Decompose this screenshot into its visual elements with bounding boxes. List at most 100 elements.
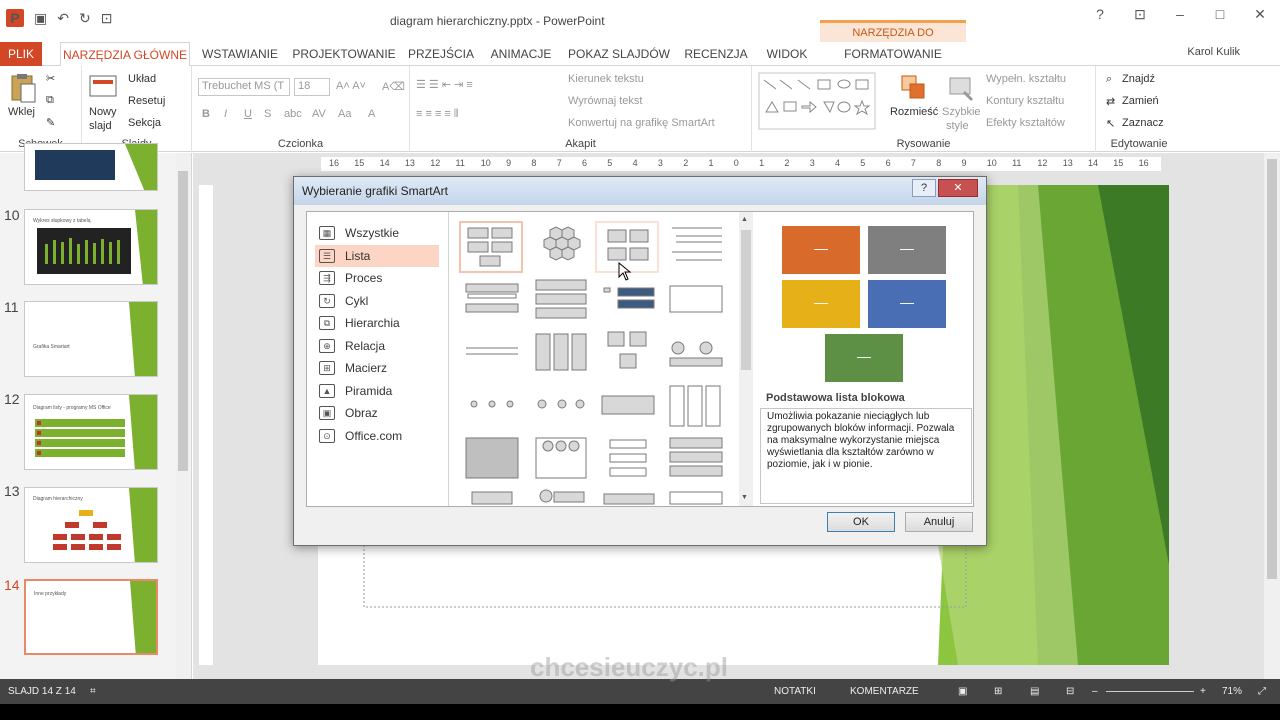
arrange-icon[interactable] [898, 72, 928, 104]
align-text-button[interactable]: Wyrównaj tekst [568, 95, 642, 107]
gallery-scrollbar[interactable]: ▲ ▼ [739, 212, 753, 506]
customize-qat-icon[interactable]: ⊡ [101, 10, 113, 27]
replace-button[interactable]: Zamień [1122, 95, 1159, 107]
editor-scroll-thumb[interactable] [1267, 159, 1277, 579]
notes-button[interactable]: NOTATKI [774, 686, 816, 697]
slide-thumb-11[interactable]: Grafika Smartart [24, 301, 158, 377]
maximize-icon[interactable]: □ [1200, 0, 1240, 30]
change-case-icon[interactable]: Aa [338, 108, 351, 120]
gallery-scroll-down-icon[interactable]: ▼ [741, 494, 748, 501]
category-cycle[interactable]: ↻ Cykl [315, 290, 439, 312]
italic-icon[interactable]: I [224, 108, 227, 120]
slide-thumb-10[interactable]: Wykres słupkowy z tabelą [24, 209, 158, 285]
zoom-level[interactable]: 71% [1222, 686, 1242, 697]
ribbon-options-icon[interactable]: ⊡ [1120, 0, 1160, 30]
zoom-slider[interactable] [1106, 691, 1194, 692]
copy-icon[interactable]: ⧉ [46, 94, 54, 107]
tab-animations[interactable]: ANIMACJE [486, 42, 556, 66]
category-all[interactable]: ▦ Wszystkie [315, 222, 439, 244]
category-office-com[interactable]: ⊙ Office.com [315, 425, 439, 447]
paste-icon[interactable] [8, 72, 38, 104]
category-relationship[interactable]: ⊕ Relacja [315, 335, 439, 357]
font-size-input[interactable]: 18 [294, 78, 330, 96]
underline-icon[interactable]: U [244, 108, 252, 120]
shape-effects-button[interactable]: Efekty kształtów [986, 117, 1065, 129]
tab-view[interactable]: WIDOK [760, 42, 814, 66]
new-slide-label-1[interactable]: Nowy [89, 106, 117, 118]
reset-button[interactable]: Resetuj [128, 95, 165, 107]
spellcheck-icon[interactable]: ⌗ [90, 686, 96, 697]
format-painter-icon[interactable]: ✎ [46, 116, 55, 129]
fit-slide-icon[interactable]: ⤢ [1258, 686, 1266, 697]
paste-button[interactable]: Wklej [8, 106, 35, 118]
slide-thumb-13[interactable]: Diagram hierarchiczny [24, 487, 158, 563]
undo-icon[interactable]: ↶ [57, 10, 69, 27]
convert-smartart-button[interactable]: Konwertuj na grafikę SmartArt [568, 117, 715, 129]
comments-button[interactable]: KOMENTARZE [850, 686, 919, 697]
category-pyramid[interactable]: ▲ Piramida [315, 380, 439, 402]
powerpoint-icon[interactable]: P [6, 9, 24, 27]
text-direction-button[interactable]: Kierunek tekstu [568, 73, 644, 85]
layout-hexagon-cluster[interactable] [530, 222, 592, 272]
slideshow-icon[interactable]: ⊟ [1066, 686, 1074, 697]
category-list[interactable]: ☰ Lista [315, 244, 439, 267]
strikethrough-icon[interactable]: abc [284, 108, 302, 120]
help-icon[interactable]: ? [1080, 0, 1120, 30]
slide-thumb-9[interactable] [24, 143, 158, 191]
minimize-icon[interactable]: – [1160, 0, 1200, 30]
category-process[interactable]: ⇶ Proces [315, 267, 439, 289]
shadow-icon[interactable]: S [264, 108, 271, 120]
tab-file[interactable]: PLIK [0, 42, 42, 66]
clear-format-icon[interactable]: A⌫ [382, 80, 405, 93]
slide-thumb-14[interactable]: Inne przykłady [24, 579, 158, 655]
char-spacing-icon[interactable]: AV [312, 108, 326, 120]
tab-review[interactable]: RECENZJA [682, 42, 750, 66]
slide-sorter-icon[interactable]: ⊞ [994, 686, 1002, 697]
gallery-scroll-thumb[interactable] [741, 230, 751, 370]
redo-icon[interactable]: ↻ [79, 10, 91, 27]
close-icon[interactable]: ✕ [1240, 0, 1280, 30]
shape-outline-button[interactable]: Kontury kształtu [986, 95, 1064, 107]
new-slide-icon[interactable] [88, 72, 118, 104]
font-color-icon[interactable]: A [368, 108, 375, 120]
bold-icon[interactable]: B [202, 108, 210, 120]
align-icons[interactable]: ≡ ≡ ≡ ≡ ⫴ [416, 108, 459, 121]
cancel-button[interactable]: Anuluj [905, 512, 973, 532]
select-button[interactable]: Zaznacz [1122, 117, 1164, 129]
grow-font-icon[interactable]: A˄ A˅ [336, 80, 366, 92]
arrange-button[interactable]: Rozmieść [890, 106, 938, 118]
user-name[interactable]: Karol Kulik [1187, 46, 1240, 58]
slide-thumb-12[interactable]: Diagram listy - programy MS Office [24, 394, 158, 470]
shape-fill-button[interactable]: Wypełn. kształtu [986, 73, 1066, 85]
tab-transitions[interactable]: PRZEJŚCIA [406, 42, 476, 66]
thumbnails-scrollbar[interactable] [176, 153, 190, 679]
quick-styles-label-1[interactable]: Szybkie [942, 106, 981, 118]
save-icon[interactable]: ▣ [34, 10, 47, 27]
editor-scrollbar[interactable] [1264, 153, 1280, 679]
shapes-gallery[interactable] [758, 72, 876, 130]
ok-button[interactable]: OK [827, 512, 895, 532]
layout-lined-list[interactable] [666, 222, 728, 272]
tab-insert[interactable]: WSTAWIANIE [198, 42, 282, 66]
new-slide-label-2[interactable]: slajd [89, 120, 112, 132]
quick-styles-label-2[interactable]: style [946, 120, 969, 132]
section-button[interactable]: Sekcja [128, 117, 161, 129]
category-hierarchy[interactable]: ⧉ Hierarchia [315, 312, 439, 334]
reading-view-icon[interactable]: ▤ [1030, 686, 1039, 697]
tab-home[interactable]: NARZĘDZIA GŁÓWNE [60, 42, 190, 67]
tab-slideshow[interactable]: POKAZ SLAJDÓW [566, 42, 672, 66]
thumbnails-scroll-thumb[interactable] [178, 171, 188, 471]
zoom-in-icon[interactable]: + [1200, 686, 1206, 697]
normal-view-icon[interactable]: ▣ [958, 686, 967, 697]
tab-format[interactable]: FORMATOWANIE [820, 42, 966, 66]
find-button[interactable]: Znajdź [1122, 73, 1155, 85]
category-matrix[interactable]: ⊞ Macierz [315, 357, 439, 379]
tab-design[interactable]: PROJEKTOWANIE [292, 42, 396, 66]
category-picture[interactable]: ▣ Obraz [315, 402, 439, 424]
zoom-out-icon[interactable]: – [1092, 686, 1098, 697]
dialog-help-button[interactable]: ? [912, 179, 936, 197]
layout-basic-block-list[interactable] [460, 222, 522, 272]
layout-button[interactable]: Układ [128, 73, 156, 85]
font-name-input[interactable]: Trebuchet MS (T [198, 78, 290, 96]
quick-styles-icon[interactable] [946, 72, 976, 104]
